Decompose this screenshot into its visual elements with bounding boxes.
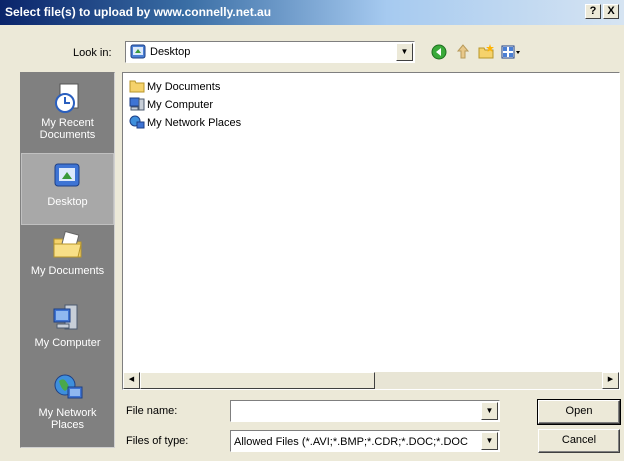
- folder-icon: [129, 80, 145, 93]
- up-folder-icon[interactable]: [454, 43, 472, 61]
- chevron-down-icon[interactable]: ▼: [481, 432, 498, 450]
- places-bar: My Recent Documents Desktop My Documents…: [20, 72, 115, 448]
- list-item[interactable]: My Documents: [129, 79, 220, 95]
- scrollbar-thumb[interactable]: [140, 372, 375, 389]
- file-list[interactable]: My Documents My Computer My Network Plac…: [122, 72, 620, 390]
- open-button[interactable]: Open: [537, 399, 621, 425]
- file-type-dropdown[interactable]: Allowed Files (*.AVI;*.BMP;*.CDR;*.DOC;*…: [230, 430, 500, 452]
- place-my-documents[interactable]: My Documents: [21, 225, 114, 297]
- network-places-icon: [51, 371, 85, 405]
- place-recent-documents[interactable]: My Recent Documents: [21, 81, 114, 153]
- place-label: My Network Places: [38, 407, 97, 431]
- title-bar[interactable]: Select file(s) to upload by www.connelly…: [0, 0, 624, 25]
- help-button[interactable]: ?: [585, 4, 601, 19]
- chevron-down-icon[interactable]: ▼: [396, 43, 413, 61]
- desktop-icon: [51, 160, 85, 194]
- file-upload-dialog: Select file(s) to upload by www.connelly…: [0, 0, 624, 461]
- horizontal-scrollbar[interactable]: ◀ ▶: [123, 372, 619, 389]
- back-arrow-icon[interactable]: [430, 43, 448, 61]
- network-icon: [129, 115, 145, 129]
- file-type-label: Files of type:: [126, 435, 189, 447]
- close-button[interactable]: X: [603, 4, 619, 19]
- look-in-label: Look in:: [73, 47, 112, 59]
- place-network-places[interactable]: My Network Places: [21, 369, 114, 445]
- file-name: My Network Places: [147, 117, 242, 129]
- chevron-down-icon[interactable]: ▼: [481, 402, 498, 420]
- my-computer-icon: [51, 301, 85, 335]
- look-in-value: Desktop: [150, 46, 191, 58]
- my-documents-icon: [51, 229, 85, 263]
- place-label: My Documents: [30, 265, 105, 277]
- list-item[interactable]: My Network Places: [129, 115, 241, 131]
- list-item[interactable]: My Computer: [129, 97, 213, 113]
- file-name-input[interactable]: ▼: [230, 400, 500, 422]
- place-desktop[interactable]: Desktop: [21, 153, 114, 225]
- view-menu-icon[interactable]: [500, 43, 522, 61]
- desktop-small-icon: [130, 44, 146, 59]
- look-in-dropdown[interactable]: Desktop ▼: [125, 41, 415, 63]
- computer-icon: [129, 97, 145, 111]
- file-name: My Computer: [147, 99, 214, 111]
- file-name-label: File name:: [126, 405, 178, 417]
- dialog-title: Select file(s) to upload by www.connelly…: [5, 5, 272, 19]
- place-my-computer[interactable]: My Computer: [21, 297, 114, 369]
- place-label: My Recent Documents: [39, 117, 96, 141]
- place-label: Desktop: [47, 196, 88, 208]
- scroll-right-icon[interactable]: ▶: [602, 372, 619, 389]
- file-type-value: Allowed Files (*.AVI;*.BMP;*.CDR;*.DOC;*…: [234, 436, 468, 448]
- file-name: My Documents: [147, 81, 221, 93]
- scroll-left-icon[interactable]: ◀: [123, 372, 140, 389]
- cancel-button[interactable]: Cancel: [538, 429, 620, 453]
- recent-documents-icon: [51, 81, 85, 115]
- new-folder-icon[interactable]: [477, 43, 495, 61]
- place-label: My Computer: [34, 337, 101, 349]
